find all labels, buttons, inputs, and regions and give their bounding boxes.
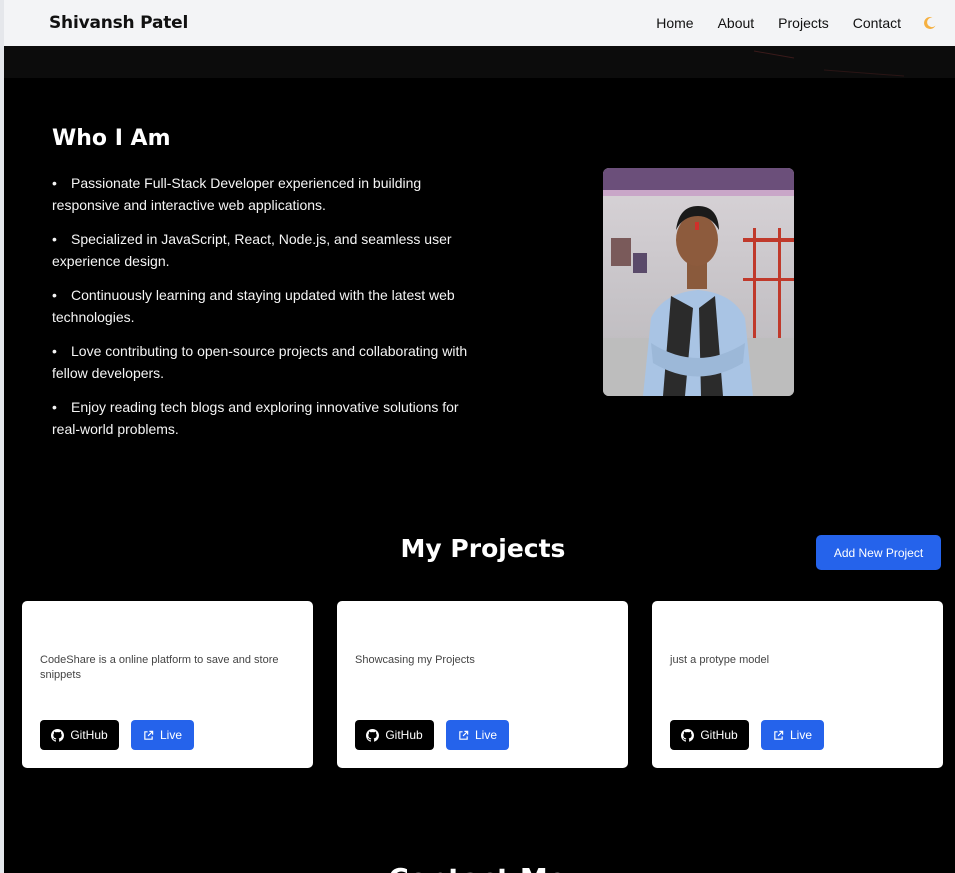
- live-button[interactable]: Live: [761, 720, 824, 750]
- github-icon: [51, 728, 65, 742]
- external-link-icon: [773, 730, 784, 741]
- bullet-icon: •: [52, 399, 57, 415]
- github-button[interactable]: GitHub: [355, 720, 434, 750]
- nav-link-home[interactable]: Home: [656, 15, 693, 31]
- github-icon: [681, 728, 695, 742]
- about-list: • Passionate Full-Stack Developer experie…: [52, 172, 490, 452]
- window-edge: [0, 0, 4, 873]
- contact-title: Contact Me: [0, 862, 955, 873]
- project-card: CodeShare is a online platform to save a…: [22, 601, 313, 768]
- github-icon: [366, 728, 380, 742]
- bullet-icon: •: [52, 175, 57, 191]
- add-project-button[interactable]: Add New Project: [816, 535, 941, 570]
- about-item: • Love contributing to open-source projec…: [52, 340, 490, 384]
- hero-band: [4, 46, 955, 78]
- external-link-icon: [143, 730, 154, 741]
- project-card: Showcasing my Projects GitHub Live: [337, 601, 628, 768]
- external-link-icon: [458, 730, 469, 741]
- project-description: just a protype model: [670, 654, 770, 666]
- github-label: GitHub: [70, 728, 108, 742]
- about-item: • Passionate Full-Stack Developer experie…: [52, 172, 490, 216]
- nav-link-projects[interactable]: Projects: [778, 15, 829, 31]
- github-label: GitHub: [700, 728, 738, 742]
- github-label: GitHub: [385, 728, 423, 742]
- about-item: • Specialized in JavaScript, React, Node.…: [52, 228, 490, 272]
- project-description: Showcasing my Projects: [355, 654, 475, 666]
- live-label: Live: [159, 728, 182, 742]
- profile-photo: [603, 168, 794, 396]
- bullet-icon: •: [52, 343, 57, 359]
- about-item: • Continuously learning and staying updat…: [52, 284, 490, 328]
- github-button[interactable]: GitHub: [670, 720, 749, 750]
- moon-icon[interactable]: [923, 16, 937, 30]
- live-label: Live: [789, 728, 812, 742]
- bullet-icon: •: [52, 231, 57, 247]
- nav-link-about[interactable]: About: [718, 15, 755, 31]
- bullet-icon: •: [52, 287, 57, 303]
- live-label: Live: [474, 728, 497, 742]
- nav-link-contact[interactable]: Contact: [853, 15, 901, 31]
- projects-title: My Projects: [400, 534, 566, 563]
- project-card: just a protype model GitHub Live: [652, 601, 943, 768]
- github-button[interactable]: GitHub: [40, 720, 119, 750]
- live-button[interactable]: Live: [131, 720, 194, 750]
- about-title: Who I Am: [52, 126, 171, 151]
- navbar: Shivansh Patel Home About Projects Conta…: [4, 0, 955, 46]
- brand-name[interactable]: Shivansh Patel: [49, 13, 188, 33]
- about-item: • Enjoy reading tech blogs and exploring …: [52, 396, 490, 440]
- nav-links: Home About Projects Contact: [632, 15, 937, 31]
- project-description: CodeShare is a online platform to save a…: [40, 654, 279, 681]
- live-button[interactable]: Live: [446, 720, 509, 750]
